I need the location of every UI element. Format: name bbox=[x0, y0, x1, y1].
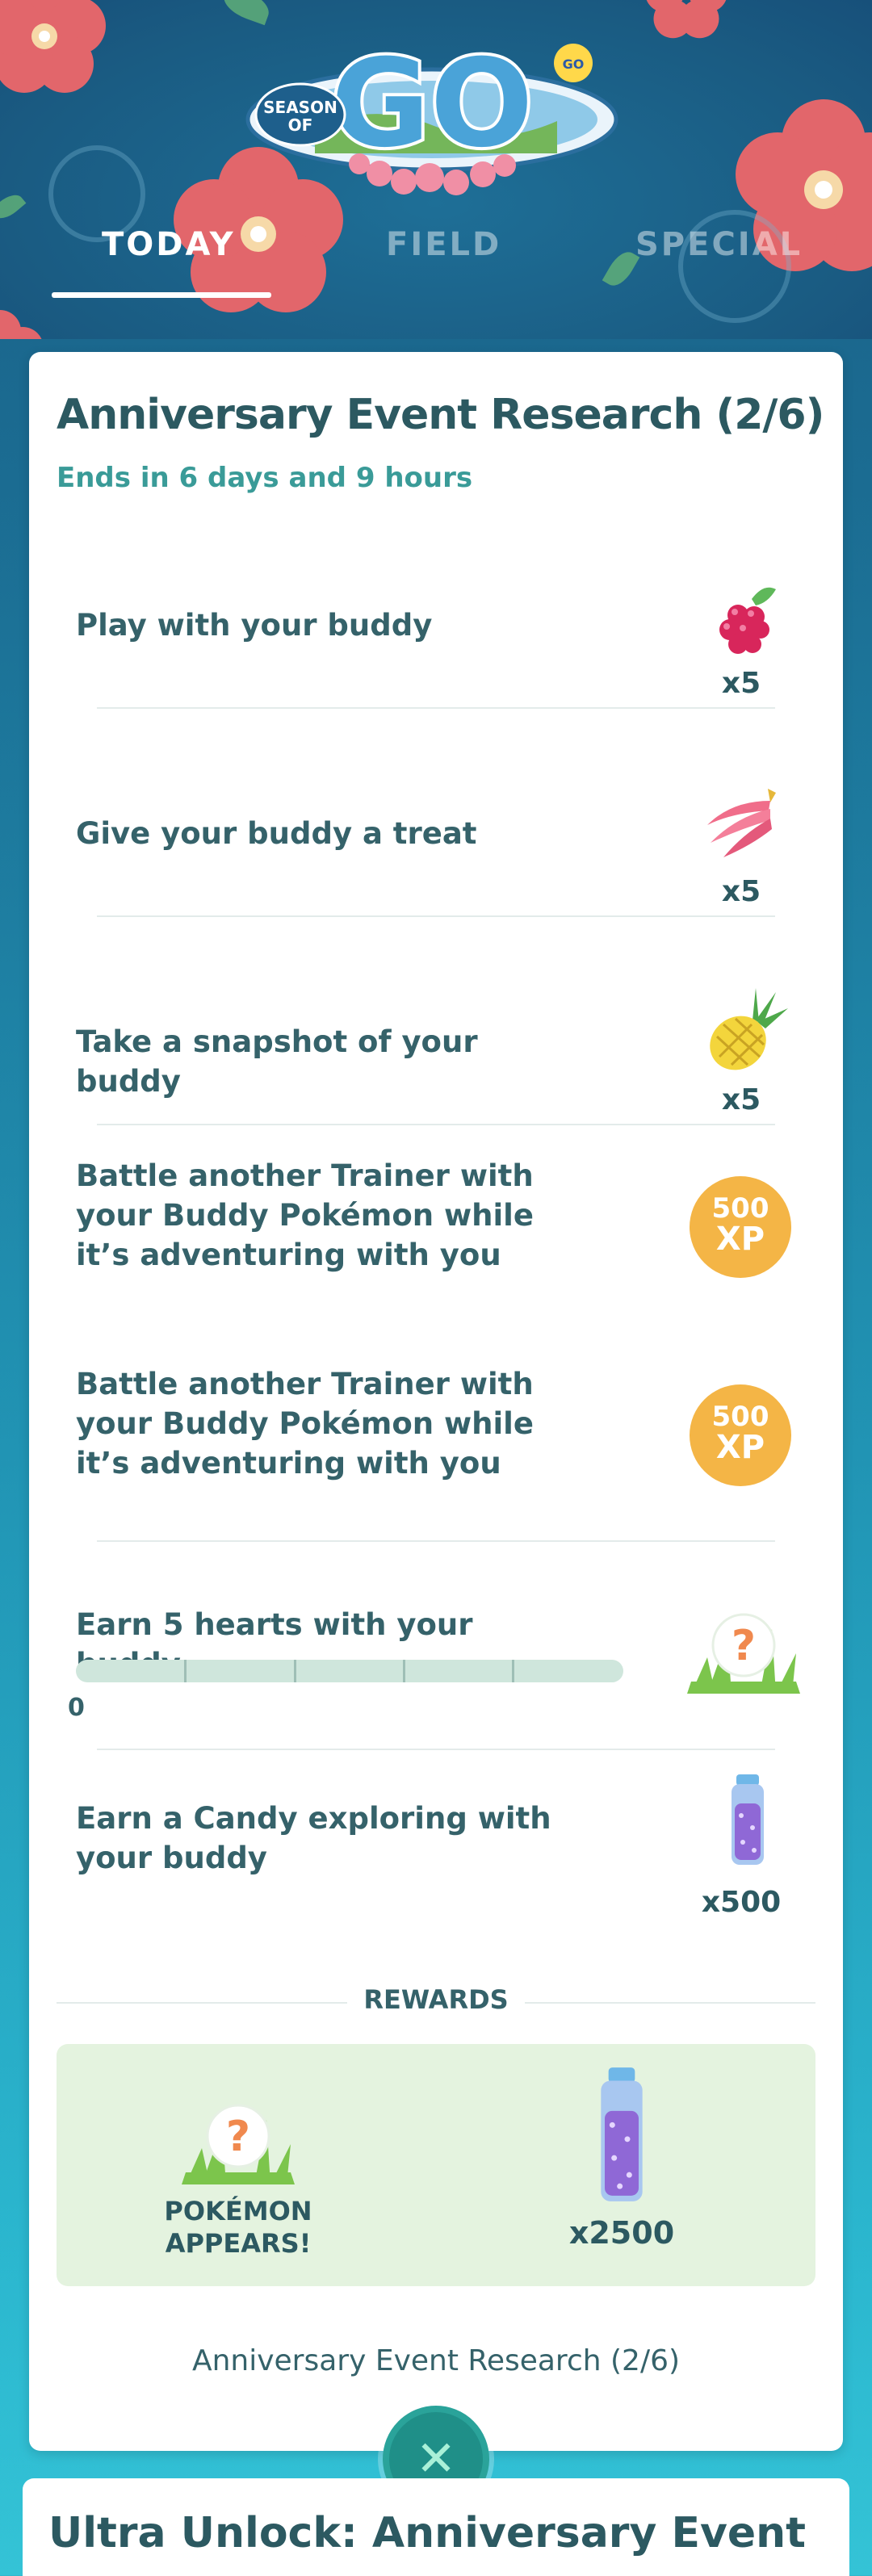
research-tabs: TODAY FIELD SPECIAL bbox=[0, 218, 872, 307]
reward-quantity: x5 bbox=[721, 875, 761, 908]
reward-quantity: x5 bbox=[721, 667, 761, 700]
pinap-berry-icon bbox=[710, 988, 788, 1070]
svg-text:?: ? bbox=[226, 2113, 250, 2161]
research-task[interactable]: Battle another Trainer with your Buddy P… bbox=[29, 1332, 843, 1542]
reward-quantity: x5 bbox=[721, 1083, 761, 1116]
svg-text:GO: GO bbox=[331, 34, 534, 174]
xp-reward-badge: 500 XP bbox=[690, 1176, 791, 1278]
flower-decoration bbox=[0, 310, 42, 339]
reward-label: POKÉMON bbox=[164, 2196, 312, 2226]
next-research-title: Ultra Unlock: Anniversary Event bbox=[48, 2509, 807, 2557]
rewards-heading: REWARDS bbox=[363, 1984, 509, 2015]
task-description: Take a snapshot of your buddy bbox=[76, 1024, 478, 1099]
tab-today[interactable]: TODAY bbox=[102, 226, 236, 263]
flower-decoration bbox=[0, 0, 106, 93]
svg-text:GO: GO bbox=[563, 57, 585, 72]
research-task[interactable]: Battle another Trainer with your Buddy P… bbox=[29, 1124, 843, 1332]
research-task[interactable]: Earn a Candy exploring with your buddy x… bbox=[29, 1749, 843, 1958]
tab-special[interactable]: SPECIAL bbox=[635, 226, 803, 263]
research-task[interactable]: Take a snapshot of your buddy x5 bbox=[29, 970, 843, 1125]
research-task[interactable]: Earn 5 hearts with your buddy 0 ? bbox=[29, 1540, 843, 1750]
stardust-icon bbox=[601, 2067, 643, 2201]
task-description: Play with your buddy bbox=[76, 608, 433, 643]
xp-amount: 500 bbox=[711, 1401, 769, 1433]
nanab-berry-icon bbox=[707, 789, 776, 857]
svg-text:?: ? bbox=[732, 1622, 756, 1670]
razz-berry-icon bbox=[719, 587, 776, 654]
task-description: Battle another Trainer with your Buddy P… bbox=[76, 1158, 534, 1272]
task-divider bbox=[97, 915, 775, 917]
svg-text:OF: OF bbox=[288, 115, 313, 135]
task-description: Earn a Candy exploring with your buddy bbox=[76, 1801, 551, 1875]
xp-unit: XP bbox=[715, 1221, 765, 1258]
reward-label: x2500 bbox=[568, 2215, 675, 2251]
mystery-pokemon-icon: ? bbox=[687, 1613, 800, 1694]
reward-quantity: x500 bbox=[701, 1886, 782, 1919]
research-task[interactable]: Play with your buddy x5 bbox=[29, 554, 843, 709]
xp-amount: 500 bbox=[711, 1192, 769, 1225]
season-of-go-logo: GO SEASON OF GO bbox=[245, 31, 618, 195]
progress-tick bbox=[512, 1660, 514, 1682]
leaf-decoration bbox=[219, 0, 274, 26]
next-research-card[interactable]: Ultra Unlock: Anniversary Event bbox=[23, 2478, 849, 2576]
progress-tick bbox=[403, 1660, 405, 1682]
rewards-divider bbox=[525, 2002, 815, 2004]
svg-text:SEASON: SEASON bbox=[263, 98, 337, 117]
mystery-pokemon-icon: ? bbox=[182, 2104, 295, 2184]
research-card: Anniversary Event Research (2/6) Ends in… bbox=[29, 352, 843, 2451]
reward-label: APPEARS! bbox=[165, 2228, 312, 2259]
xp-reward-badge: 500 XP bbox=[690, 1384, 791, 1486]
event-header: GO SEASON OF GO TODAY FIELD SPECIAL bbox=[0, 0, 872, 339]
flower-decoration bbox=[646, 0, 727, 39]
task-description: Give your buddy a treat bbox=[76, 816, 477, 851]
completion-rewards: ? POKÉMON APPEARS! x2500 bbox=[57, 2044, 815, 2286]
task-description: Battle another Trainer with your Buddy P… bbox=[76, 1367, 534, 1481]
progress-value: 0 bbox=[68, 1694, 85, 1722]
xp-unit: XP bbox=[715, 1429, 765, 1466]
task-progress-bar bbox=[76, 1660, 623, 1682]
active-tab-indicator bbox=[52, 292, 271, 298]
task-divider bbox=[97, 707, 775, 709]
progress-tick bbox=[184, 1660, 187, 1682]
research-time-remaining: Ends in 6 days and 9 hours bbox=[57, 462, 473, 494]
research-footer-title: Anniversary Event Research (2/6) bbox=[191, 2344, 681, 2377]
stardust-icon bbox=[732, 1774, 764, 1865]
tab-field[interactable]: FIELD bbox=[386, 226, 501, 263]
research-title: Anniversary Event Research (2/6) bbox=[57, 391, 824, 439]
research-task[interactable]: Give your buddy a treat x5 bbox=[29, 762, 843, 917]
progress-tick bbox=[294, 1660, 296, 1682]
